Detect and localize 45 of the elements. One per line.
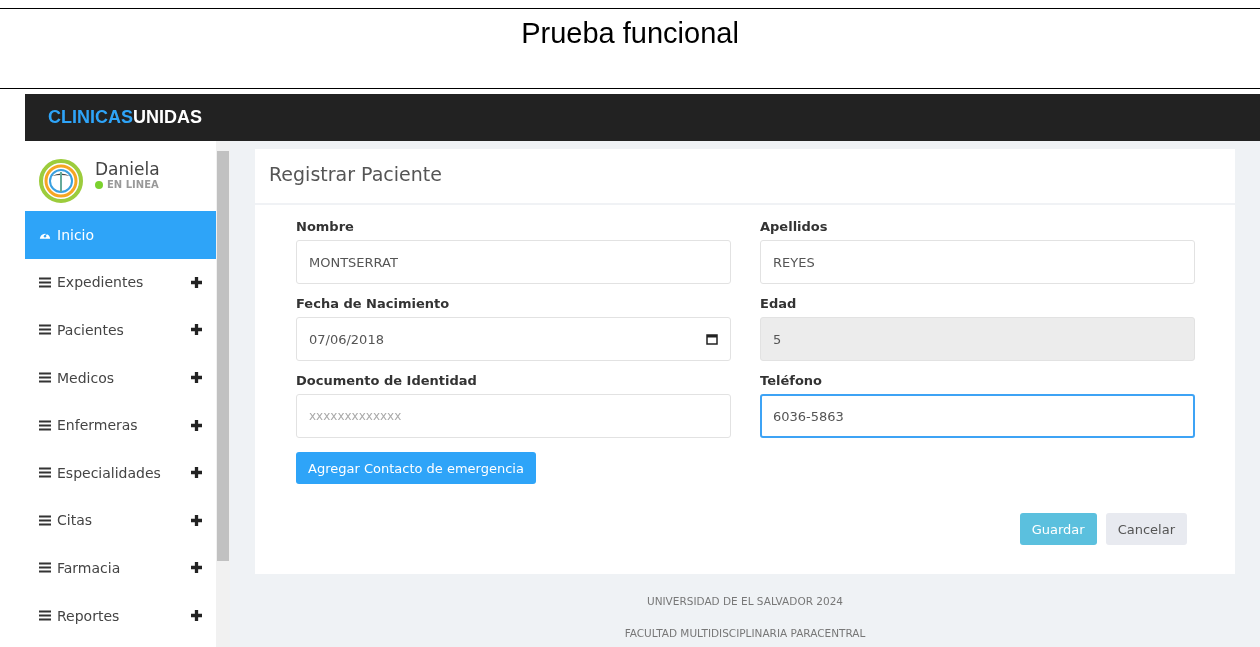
brand-logo[interactable]: CLINICASUNIDAS: [48, 107, 202, 128]
sidebar-item[interactable]: Farmacia: [25, 544, 216, 592]
footer-text: UNIVERSIDAD DE EL SALVADOR 2024: [646, 595, 843, 607]
menu-icon: [39, 372, 51, 384]
form-title: Registrar Paciente: [255, 149, 1235, 205]
plus-icon[interactable]: [191, 276, 202, 288]
sidebar-item[interactable]: Medicos: [25, 353, 216, 402]
online-status: EN LINEA: [95, 179, 160, 190]
user-name: Daniela: [95, 159, 160, 179]
menu-icon: [39, 467, 51, 479]
plus-icon[interactable]: [191, 562, 202, 574]
scrollbar[interactable]: [216, 141, 230, 647]
calendar-icon[interactable]: [706, 333, 718, 345]
field-label: Fecha de Nacimiento: [296, 296, 451, 311]
input-field[interactable]: 07/06/2018: [296, 317, 731, 361]
field-label: Apellidos: [760, 219, 829, 234]
plus-icon[interactable]: [191, 467, 202, 479]
field-label: Teléfono: [760, 373, 823, 388]
sidebar-item[interactable]: Citas: [25, 496, 216, 545]
sidebar-item[interactable]: Pacientes: [25, 306, 216, 354]
sidebar-item[interactable]: Reportes: [25, 591, 216, 640]
field-label: Nombre: [296, 219, 355, 234]
input-field[interactable]: 6036-5863: [760, 394, 1195, 438]
sidebar-item[interactable]: Expedientes: [25, 258, 216, 307]
sidebar-item[interactable]: Especialidades: [25, 448, 216, 497]
field-label: Documento de Identidad: [296, 373, 478, 388]
input-field[interactable]: MONTSERRAT: [296, 240, 731, 284]
input-field[interactable]: REYES: [760, 240, 1195, 284]
plus-icon[interactable]: [191, 324, 202, 336]
menu-icon: [39, 419, 51, 431]
menu-icon: [39, 324, 51, 336]
caduceus-logo-icon: [39, 159, 83, 203]
plus-icon[interactable]: [191, 514, 202, 526]
field-label: Edad: [760, 296, 798, 311]
plus-icon[interactable]: [191, 419, 202, 431]
document-title: Prueba funcional: [521, 17, 739, 51]
plus-icon[interactable]: [191, 372, 202, 384]
menu-icon: [39, 562, 51, 574]
menu-icon: [39, 276, 51, 288]
plus-icon[interactable]: [191, 610, 202, 622]
sidebar-item[interactable]: Enfermeras: [25, 401, 216, 449]
footer-text: FACULTAD MULTIDISCIPLINARIA PARACENTRAL: [624, 627, 866, 639]
menu-icon: [39, 514, 51, 526]
menu-icon: [39, 610, 51, 622]
cancel-button[interactable]: Cancelar: [1105, 513, 1187, 545]
